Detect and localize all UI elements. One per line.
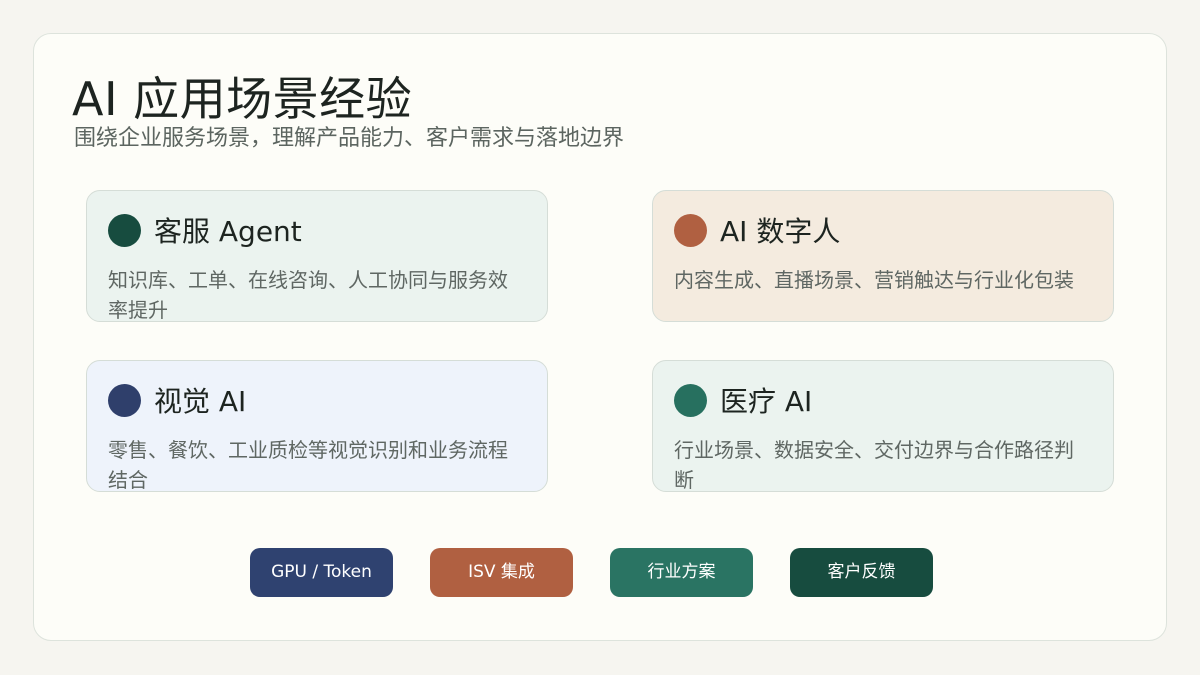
circle-dot-icon: [108, 214, 141, 247]
page-subtitle: 围绕企业服务场景，理解产品能力、客户需求与落地边界: [74, 126, 625, 151]
tag-customer-feedback: 客户反馈: [790, 548, 933, 597]
tile-title: 视觉 AI: [154, 385, 247, 418]
tile-description: 零售、餐饮、工业质检等视觉识别和业务流程结合: [108, 438, 508, 492]
tile-vision-ai: 视觉 AI 零售、餐饮、工业质检等视觉识别和业务流程结合: [86, 360, 548, 492]
circle-dot-icon: [674, 214, 707, 247]
tile-medical-ai: 医疗 AI 行业场景、数据安全、交付边界与合作路径判断: [652, 360, 1114, 492]
tag-isv-integration: ISV 集成: [430, 548, 573, 597]
circle-dot-icon: [674, 384, 707, 417]
tile-title: AI 数字人: [720, 215, 841, 248]
page-title: AI 应用场景经验: [72, 72, 413, 126]
tile-ai-digital-human: AI 数字人 内容生成、直播场景、营销触达与行业化包装: [652, 190, 1114, 322]
tile-title: 医疗 AI: [720, 385, 813, 418]
tile-title: 客服 Agent: [154, 215, 302, 248]
tile-description: 内容生成、直播场景、营销触达与行业化包装: [674, 268, 1074, 292]
tag-gpu-token: GPU / Token: [250, 548, 393, 597]
tile-description: 行业场景、数据安全、交付边界与合作路径判断: [674, 438, 1074, 492]
tile-customer-service-agent: 客服 Agent 知识库、工单、在线咨询、人工协同与服务效率提升: [86, 190, 548, 322]
tag-industry-solution: 行业方案: [610, 548, 753, 597]
circle-dot-icon: [108, 384, 141, 417]
tile-description: 知识库、工单、在线咨询、人工协同与服务效率提升: [108, 268, 508, 322]
